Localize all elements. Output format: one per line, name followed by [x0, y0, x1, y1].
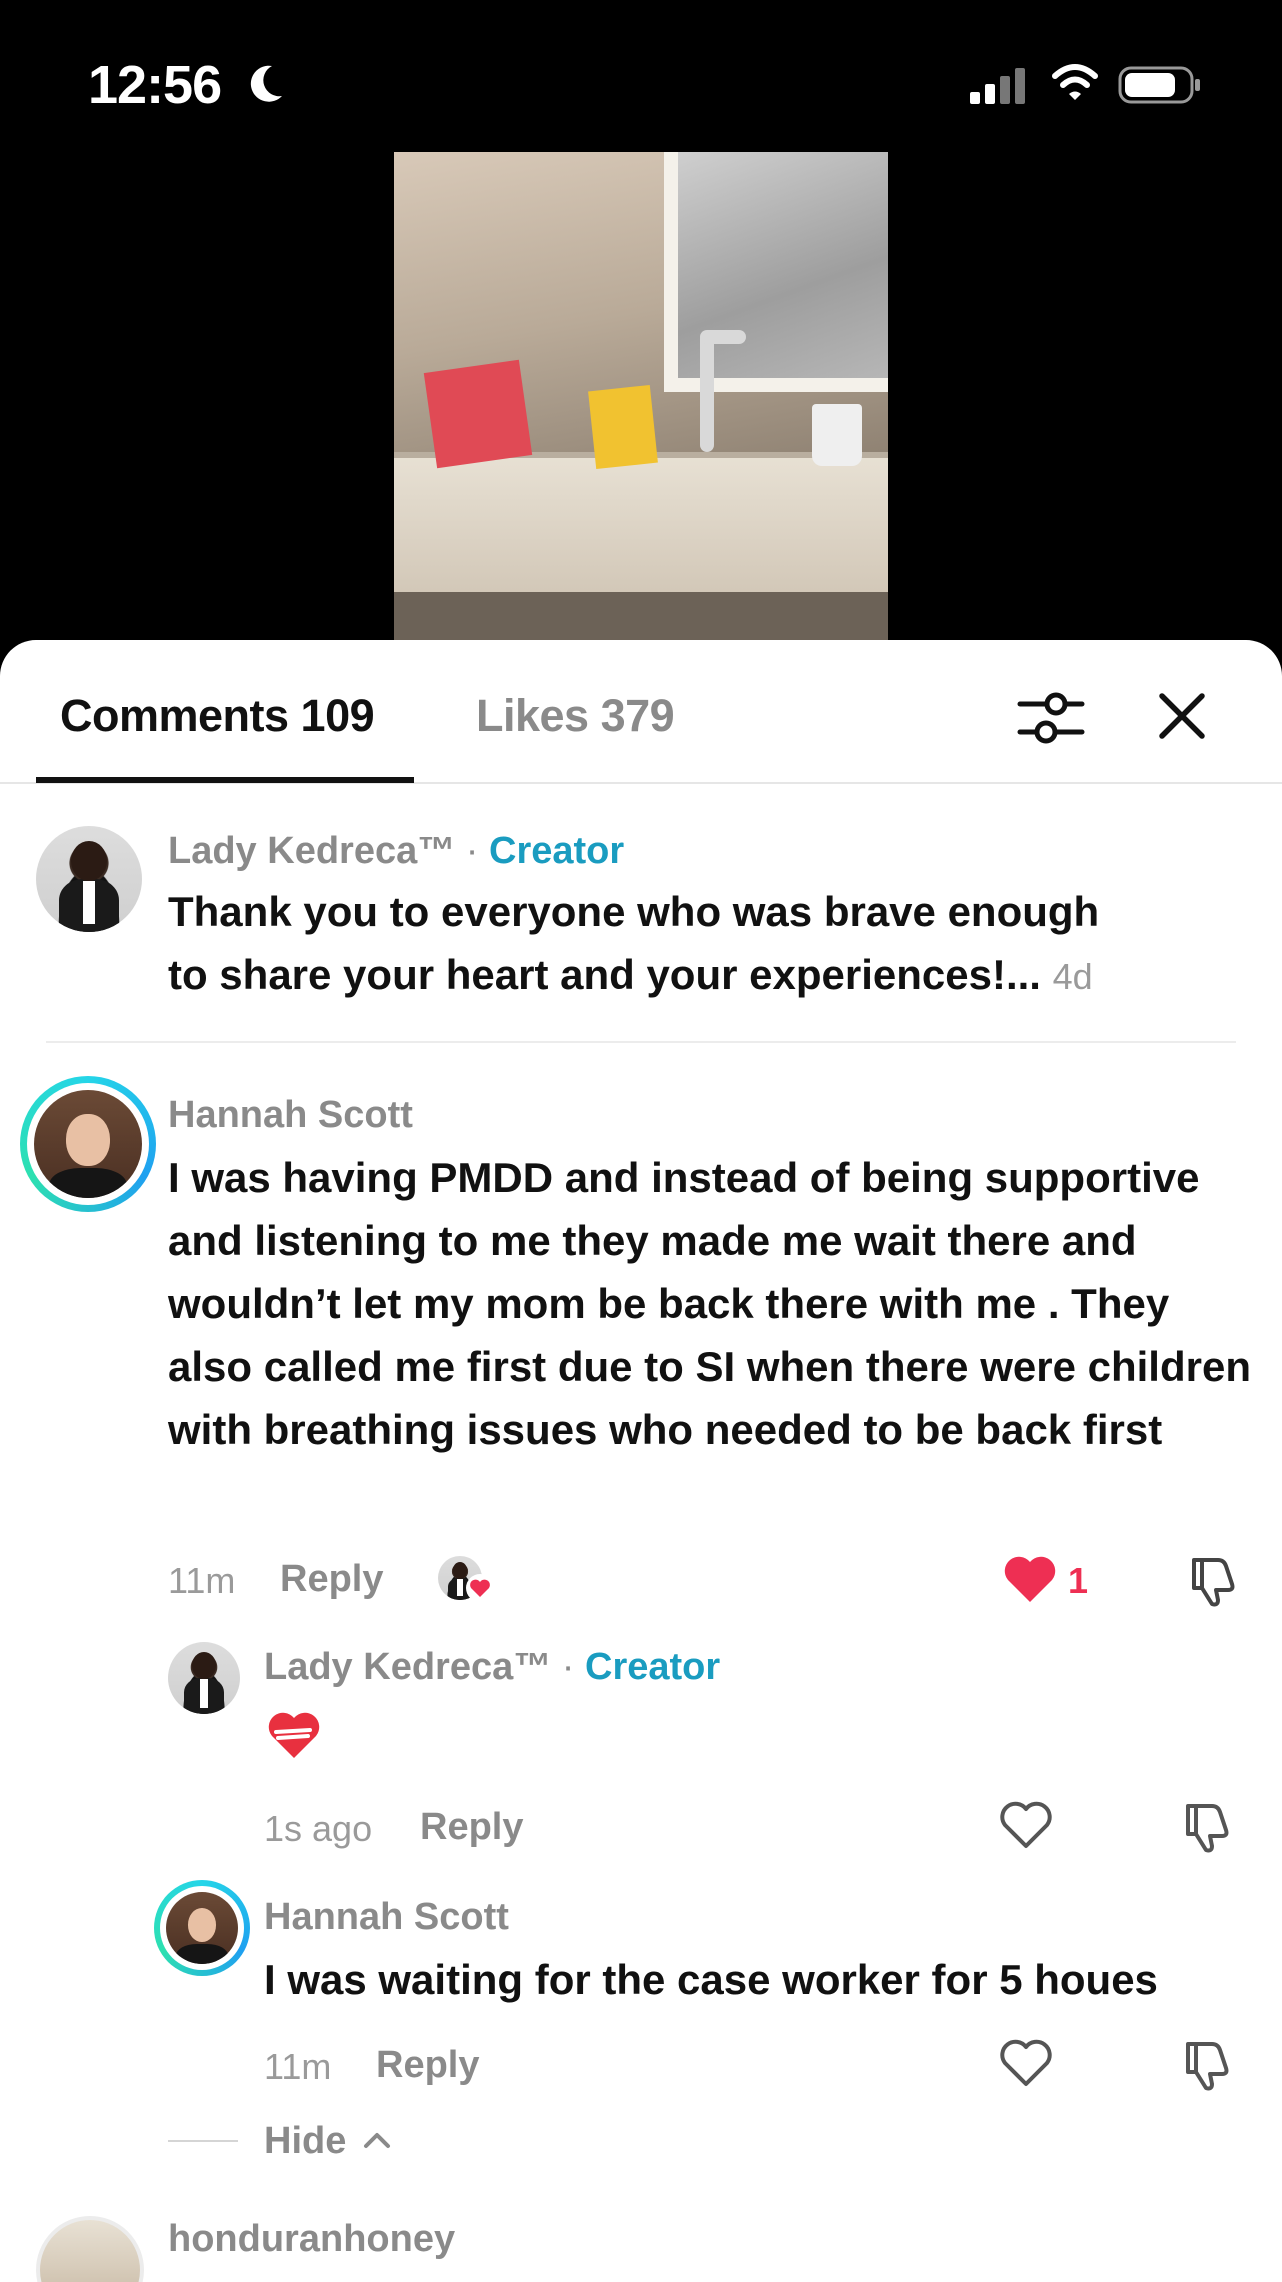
reply-button[interactable]: Reply [420, 1806, 523, 1849]
avatar[interactable] [166, 1892, 238, 1964]
comment-text-line: Thank you to everyone who was brave enou… [168, 888, 1100, 935]
video-cup [812, 404, 862, 466]
tab-likes[interactable]: Likes 379 [476, 690, 675, 742]
avatar[interactable] [36, 2216, 144, 2282]
comment-text[interactable]: I was having PMDD and instead of being s… [168, 1146, 1258, 1461]
video-preview[interactable] [394, 152, 888, 642]
video-faucet-top [700, 330, 746, 344]
comment-text-line: to share your heart and your experiences… [168, 951, 1041, 998]
avatar[interactable] [34, 1090, 142, 1198]
status-time: 12:56 [88, 55, 222, 115]
video-yellow-bag [588, 384, 658, 470]
video-mirror [664, 152, 888, 392]
reply-button[interactable]: Reply [280, 1558, 383, 1601]
comment-time: 11m [168, 1560, 236, 1601]
reply-author[interactable]: Lady Kedreca™ [264, 1646, 551, 1688]
heart-filled-icon[interactable] [1002, 1554, 1058, 1606]
comment-author[interactable]: Hannah Scott [168, 1094, 413, 1137]
dislike-icon[interactable] [1178, 1800, 1232, 1854]
creator-badge: Creator [489, 830, 625, 872]
creator-badge: Creator [585, 1646, 721, 1688]
reply-time: 1s ago [264, 1808, 373, 1849]
heart-outline-icon[interactable] [998, 1800, 1054, 1852]
heart-emoji-icon [268, 1712, 320, 1758]
heart-icon [466, 1574, 494, 1602]
avatar[interactable] [168, 1642, 240, 1714]
filter-sliders-icon[interactable] [1016, 688, 1086, 748]
reply-author-line: Lady Kedreca™ · Creator [264, 1646, 720, 1689]
video-red-card [423, 359, 533, 469]
reply-author[interactable]: Hannah Scott [264, 1896, 509, 1939]
video-faucet [700, 332, 714, 452]
separator: · [465, 830, 479, 872]
close-icon[interactable] [1154, 688, 1210, 744]
moon-icon [250, 65, 282, 102]
reply-time: 11m [264, 2046, 332, 2087]
dislike-icon[interactable] [1178, 2038, 1232, 2092]
battery-icon [1118, 66, 1200, 104]
status-bar: 12:56 [0, 0, 1282, 150]
reply-button[interactable]: Reply [376, 2044, 479, 2087]
divider [46, 1041, 1236, 1043]
dislike-icon[interactable] [1184, 1554, 1238, 1608]
comment-time: 4d [1052, 956, 1093, 997]
heart-outline-icon[interactable] [998, 2038, 1054, 2090]
separator: · [561, 1646, 575, 1688]
cellular-signal-icon [970, 68, 1025, 104]
comment-author[interactable]: honduranhoney [168, 2218, 455, 2261]
reply-text[interactable]: I was waiting for the case worker for 5 … [264, 1948, 1254, 2011]
hide-divider-line [168, 2140, 238, 2142]
comment-text[interactable]: Thank you to everyone who was brave enou… [168, 880, 1248, 1008]
comment-author[interactable]: Lady Kedreca™ [168, 830, 455, 872]
tab-bar: Comments 109 Likes 379 [0, 640, 1282, 784]
comment-author-line: Lady Kedreca™ · Creator [168, 830, 624, 873]
active-tab-indicator [36, 777, 414, 783]
wifi-icon [1052, 64, 1098, 100]
tab-comments[interactable]: Comments 109 [60, 690, 375, 742]
avatar[interactable] [36, 826, 142, 932]
like-count: 1 [1068, 1560, 1089, 1601]
chevron-up-icon[interactable] [362, 2128, 392, 2152]
comments-sheet: Comments 109 Likes 379 Lady Kedreca™ · C… [0, 640, 1282, 2282]
hide-replies-button[interactable]: Hide [264, 2120, 346, 2163]
video-counter-shadow [394, 592, 888, 642]
